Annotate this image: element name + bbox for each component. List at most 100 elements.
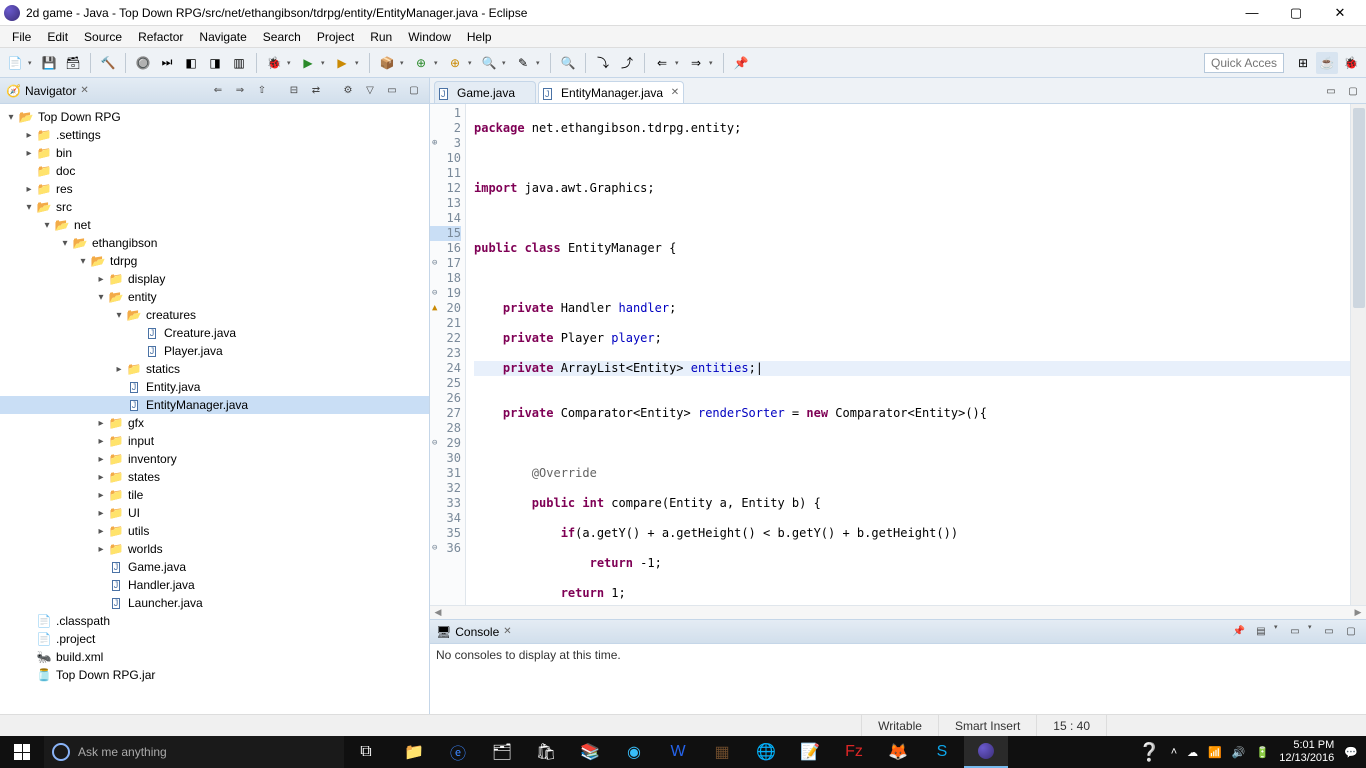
tree-src[interactable]: ▾📂src — [0, 198, 429, 216]
taskbar-filezilla-icon[interactable]: Fz — [832, 736, 876, 768]
tab-entitymanager[interactable]: J EntityManager.java ✕ — [538, 81, 684, 103]
tree-tdrpg[interactable]: ▾📂tdrpg — [0, 252, 429, 270]
tree-bin[interactable]: ▸📁bin — [0, 144, 429, 162]
new-package-button[interactable]: ⊕ — [410, 52, 432, 74]
save-all-button[interactable]: 🗃 — [62, 52, 84, 74]
maximize-button[interactable]: ▢ — [1274, 0, 1318, 26]
tray-volume-icon[interactable]: 🔊 — [1232, 746, 1246, 759]
tree-file-buildxml[interactable]: 🐜build.xml — [0, 648, 429, 666]
annotation-button-3[interactable]: ▥ — [228, 52, 250, 74]
taskbar-search[interactable]: Ask me anything — [44, 736, 344, 768]
open-perspective-button[interactable]: ⊞ — [1292, 52, 1314, 74]
tree-worlds[interactable]: ▸📁worlds — [0, 540, 429, 558]
taskbar-notepadpp-icon[interactable]: 📝 — [788, 736, 832, 768]
tree-file-game[interactable]: JGame.java — [0, 558, 429, 576]
new-class-button[interactable]: ⊕ — [444, 52, 466, 74]
menu-source[interactable]: Source — [76, 28, 130, 46]
tray-help-icon[interactable]: ❔ — [1138, 742, 1160, 763]
tray-notifications-icon[interactable]: 💬 — [1344, 746, 1358, 759]
menu-file[interactable]: File — [4, 28, 39, 46]
taskbar-eclipse-icon[interactable] — [964, 736, 1008, 768]
menu-window[interactable]: Window — [400, 28, 459, 46]
tree-file-entity[interactable]: JEntity.java — [0, 378, 429, 396]
console-new-icon[interactable]: ▭ — [1286, 623, 1304, 641]
editor-minimize-icon[interactable]: ▭ — [1322, 82, 1340, 100]
new-button[interactable]: 📄 — [4, 52, 26, 74]
tree-file-creature[interactable]: JCreature.java — [0, 324, 429, 342]
navigator-tree[interactable]: ▾📂Top Down RPG ▸📁.settings ▸📁bin 📁doc ▸📁… — [0, 104, 429, 714]
tray-datetime[interactable]: 5:01 PM 12/13/2016 — [1279, 739, 1334, 765]
console-display-icon[interactable]: ▤ — [1252, 623, 1270, 641]
menu-help[interactable]: Help — [459, 28, 500, 46]
java-perspective-button[interactable]: ☕ — [1316, 52, 1338, 74]
tree-file-jar[interactable]: 🫙Top Down RPG.jar — [0, 666, 429, 684]
navigator-close-icon[interactable]: ✕ — [80, 85, 88, 96]
tree-net[interactable]: ▾📂net — [0, 216, 429, 234]
code-editor[interactable]: package net.ethangibson.tdrpg.entity; im… — [466, 104, 1350, 605]
console-minimize-icon[interactable]: ▭ — [1320, 623, 1338, 641]
editor-maximize-icon[interactable]: ▢ — [1344, 82, 1362, 100]
tree-ethangibson[interactable]: ▾📂ethangibson — [0, 234, 429, 252]
menu-navigate[interactable]: Navigate — [191, 28, 254, 46]
editor-vscrollbar[interactable] — [1350, 104, 1366, 605]
nav-minimize-icon[interactable]: ▭ — [383, 82, 401, 100]
back-button[interactable]: ⇐ — [651, 52, 673, 74]
tree-input[interactable]: ▸📁input — [0, 432, 429, 450]
fold-icon[interactable]: ⊕ — [432, 136, 437, 151]
tree-res[interactable]: ▸📁res — [0, 180, 429, 198]
debug-button[interactable]: 🐞 — [263, 52, 285, 74]
search-button[interactable]: 🔍 — [557, 52, 579, 74]
tree-ui[interactable]: ▸📁UI — [0, 504, 429, 522]
tree-doc[interactable]: 📁doc — [0, 162, 429, 180]
quick-access-input[interactable] — [1204, 53, 1284, 73]
menu-refactor[interactable]: Refactor — [130, 28, 191, 46]
tree-tile[interactable]: ▸📁tile — [0, 486, 429, 504]
taskbar-word-icon[interactable]: W — [656, 736, 700, 768]
fold-icon[interactable]: ⊖ — [432, 256, 437, 271]
menu-edit[interactable]: Edit — [39, 28, 76, 46]
tree-project[interactable]: ▾📂Top Down RPG — [0, 108, 429, 126]
fold-icon[interactable]: ⊖ — [432, 436, 437, 451]
taskbar-chrome-icon[interactable]: 🌐 — [744, 736, 788, 768]
tray-battery-icon[interactable]: 🔋 — [1256, 746, 1270, 759]
taskbar-gimp-icon[interactable]: 🦊 — [876, 736, 920, 768]
tray-onedrive-icon[interactable]: ☁ — [1187, 746, 1198, 759]
console-pin-icon[interactable]: 📌 — [1230, 623, 1248, 641]
taskbar-explorer-icon[interactable]: 📁 — [392, 736, 436, 768]
annotation-button-1[interactable]: ◧ — [180, 52, 202, 74]
taskview-icon[interactable]: ⧉ — [344, 736, 388, 768]
forward-button[interactable]: ⇒ — [685, 52, 707, 74]
tab-game[interactable]: J Game.java — [434, 81, 536, 103]
minimize-button[interactable]: — — [1230, 0, 1274, 26]
tree-file-launcher[interactable]: JLauncher.java — [0, 594, 429, 612]
tree-file-project[interactable]: 📄.project — [0, 630, 429, 648]
tree-statics[interactable]: ▸📁statics — [0, 360, 429, 378]
taskbar-store-icon[interactable]: 🛍 — [524, 736, 568, 768]
nav-collapse-icon[interactable]: ⊟ — [285, 82, 303, 100]
prev-annotation-button[interactable]: ⤴ — [616, 52, 638, 74]
console-close-icon[interactable]: ✕ — [503, 626, 511, 637]
warning-icon[interactable]: ▲ — [432, 301, 437, 316]
tree-settings[interactable]: ▸📁.settings — [0, 126, 429, 144]
tree-states[interactable]: ▸📁states — [0, 468, 429, 486]
pin-button[interactable]: 📌 — [730, 52, 752, 74]
tree-gfx[interactable]: ▸📁gfx — [0, 414, 429, 432]
debug-toggle-button[interactable]: 🔘 — [132, 52, 154, 74]
menu-search[interactable]: Search — [255, 28, 309, 46]
nav-maximize-icon[interactable]: ▢ — [405, 82, 423, 100]
save-button[interactable]: 💾 — [38, 52, 60, 74]
taskbar-winrar-icon[interactable]: 📚 — [568, 736, 612, 768]
nav-link-icon[interactable]: ⇄ — [307, 82, 325, 100]
open-type-button[interactable]: 🔍 — [478, 52, 500, 74]
nav-forward-icon[interactable]: ⇒ — [231, 82, 249, 100]
tray-up-icon[interactable]: ˄ — [1171, 746, 1177, 758]
tree-file-handler[interactable]: JHandler.java — [0, 576, 429, 594]
tree-utils[interactable]: ▸📁utils — [0, 522, 429, 540]
tree-file-player[interactable]: JPlayer.java — [0, 342, 429, 360]
run-last-button[interactable]: ▶ — [331, 52, 353, 74]
close-button[interactable]: ✕ — [1318, 0, 1362, 26]
run-button[interactable]: ▶ — [297, 52, 319, 74]
wand-button[interactable]: ✎ — [512, 52, 534, 74]
next-annotation-button[interactable]: ⤵ — [592, 52, 614, 74]
nav-filter-icon[interactable]: ⚙ — [339, 82, 357, 100]
